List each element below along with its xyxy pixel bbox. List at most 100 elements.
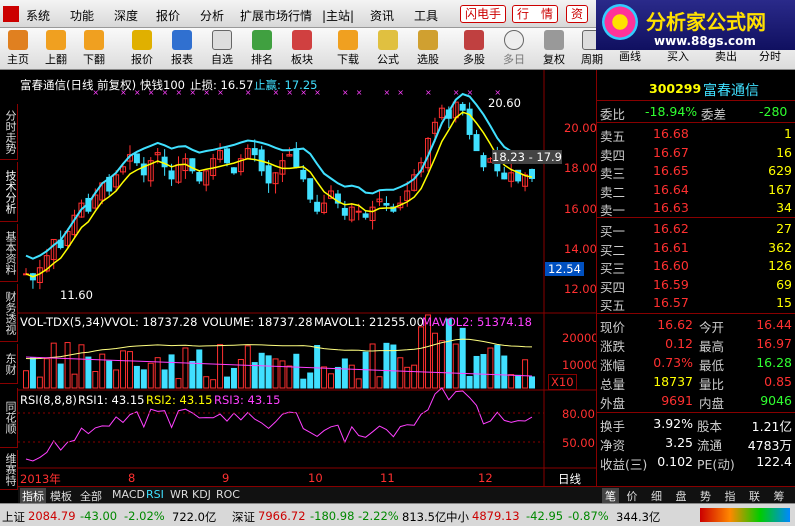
- tab-template[interactable]: 模板: [50, 488, 72, 504]
- ask-row[interactable]: 卖一 16.63 34: [597, 199, 795, 218]
- candle-body: [459, 103, 466, 111]
- quote-tab[interactable]: 盘: [676, 488, 687, 504]
- tab-indicator[interactable]: 指标: [20, 488, 46, 504]
- menu-main-site[interactable]: |主站|: [322, 7, 354, 24]
- ask-row[interactable]: 卖五 16.68 1: [597, 125, 795, 144]
- indicator-name: 快钱100: [140, 78, 185, 92]
- period-label: 日线: [558, 472, 581, 486]
- multi-stock-button[interactable]: 多股: [456, 30, 492, 68]
- candle-body: [265, 165, 272, 184]
- menu-news[interactable]: 资讯: [370, 7, 394, 24]
- menu-quote[interactable]: 报价: [156, 7, 180, 24]
- sh-index-value: 2084.79: [28, 509, 76, 523]
- ask-row[interactable]: 卖三 16.65 629: [597, 162, 795, 181]
- bid-row[interactable]: 买四 16.59 69: [597, 276, 795, 295]
- tab-kdj[interactable]: KDJ: [192, 488, 211, 501]
- stat-row: 涨跌 0.12 最高 16.97: [600, 336, 792, 354]
- volume-bar: [501, 355, 508, 389]
- volume-bar: [258, 352, 265, 389]
- market-button[interactable]: 行 情: [512, 5, 559, 23]
- tab-macd[interactable]: MACD: [112, 488, 145, 501]
- quote-tab[interactable]: 笔: [602, 488, 619, 504]
- download-icon: [338, 30, 358, 50]
- page-up-button[interactable]: 上翻: [38, 30, 74, 68]
- arrow-up-icon: [46, 30, 66, 50]
- side-tab-ths[interactable]: 同花顺: [0, 388, 18, 448]
- stat-row: 现价 16.62 今开 16.44: [600, 317, 792, 335]
- side-tab-finance[interactable]: 财务透视: [0, 284, 18, 342]
- signal-marker: ×: [342, 88, 349, 97]
- brand-url: www.88gs.com: [654, 34, 756, 48]
- candle-body: [196, 172, 203, 182]
- ask-row[interactable]: 卖二 16.64 167: [597, 181, 795, 200]
- zx-amount: 344.3亿: [616, 510, 661, 524]
- chart-canvas: × × × × × × × × × × × × × × × × × × × × × ×: [18, 70, 596, 488]
- report-button[interactable]: 报表: [164, 30, 200, 68]
- volume-bar: [341, 358, 348, 389]
- tab-all[interactable]: 全部: [80, 488, 102, 504]
- stat-row: 收益(三) 0.102 PE(动) 122.4: [600, 454, 792, 472]
- ask-row[interactable]: 卖四 16.67 16: [597, 144, 795, 163]
- kline-chart[interactable]: × × × × × × × × × × × × × × × × × × × × × × 富春通信(日线 前复权) 快钱10…: [18, 70, 599, 488]
- sell-button[interactable]: 卖出: [708, 48, 744, 68]
- candle-body: [341, 207, 348, 216]
- date-tick-9: 9: [222, 471, 230, 485]
- sector-button[interactable]: 板块: [284, 30, 320, 68]
- bid-row[interactable]: 买一 16.62 27: [597, 220, 795, 239]
- quote-tab[interactable]: 势: [700, 488, 711, 504]
- volume-bar: [390, 344, 397, 389]
- quote-tab[interactable]: 联: [749, 488, 760, 504]
- multi-day-button[interactable]: 多日: [496, 30, 532, 68]
- menu-tools[interactable]: 工具: [414, 7, 438, 24]
- quote-tab[interactable]: 指: [725, 488, 736, 504]
- tab-rsi[interactable]: RSI: [146, 488, 164, 501]
- quote-button[interactable]: 报价: [124, 30, 160, 68]
- bid-row[interactable]: 买三 16.60 126: [597, 257, 795, 276]
- volume-bar: [515, 374, 522, 389]
- indicator-tabs: 指标 模板 全部 MACD RSI WR KDJ ROC: [18, 486, 596, 504]
- info-button[interactable]: 资: [566, 5, 589, 23]
- formula-button[interactable]: 公式: [370, 30, 406, 68]
- buy-button[interactable]: 买入: [660, 48, 696, 68]
- volume-bar: [161, 369, 168, 389]
- menu-depth[interactable]: 深度: [114, 7, 138, 24]
- stock-name: 富春通信: [703, 83, 759, 99]
- side-tab-intraday[interactable]: 分时走势: [0, 104, 18, 160]
- home-button[interactable]: 主页: [0, 30, 36, 68]
- bid-row[interactable]: 买二 16.61 362: [597, 239, 795, 258]
- quote-tab[interactable]: 筹: [774, 488, 785, 504]
- flash-trade-button[interactable]: 闪电手: [460, 5, 507, 23]
- quote-tab[interactable]: 细: [651, 488, 662, 504]
- candle-body: [480, 155, 487, 168]
- side-tab-basic-info[interactable]: 基本资料: [0, 224, 18, 282]
- stat-row: 总量 18737 量比 0.85: [600, 374, 792, 392]
- download-button[interactable]: 下载: [330, 30, 366, 68]
- quote-tab[interactable]: 价: [627, 488, 638, 504]
- tab-roc[interactable]: ROC: [216, 488, 240, 501]
- volume-bar: [230, 367, 237, 389]
- stock-picker-button[interactable]: 选股: [410, 30, 446, 68]
- side-tab-technical[interactable]: 技术分析: [0, 162, 18, 222]
- adjust-button[interactable]: 复权: [536, 30, 572, 68]
- watchlist-button[interactable]: 自选: [204, 30, 240, 68]
- volume-bar: [168, 354, 175, 389]
- side-tab-eastmoney[interactable]: 东财: [0, 344, 18, 384]
- menu-system[interactable]: 系统: [26, 7, 50, 24]
- intraday-button[interactable]: 分时: [752, 48, 788, 68]
- menu-function[interactable]: 功能: [70, 7, 94, 24]
- ranking-button[interactable]: 排名: [244, 30, 280, 68]
- quote-panel: 300299 富春通信 委比 -18.94% 委差 -280 卖五 16.68 …: [596, 70, 795, 488]
- draw-line-button[interactable]: 画线: [612, 48, 648, 68]
- side-tabs: 分时走势 技术分析 基本资料 财务透视 东财 同花顺 维赛特: [0, 70, 18, 490]
- bid-row[interactable]: 买五 16.57 15: [597, 294, 795, 313]
- page-down-button[interactable]: 下翻: [76, 30, 112, 68]
- candle-body: [362, 213, 369, 218]
- side-tab-vst[interactable]: 维赛特: [0, 450, 18, 490]
- rsi-rsi3: RSI3: 43.15: [214, 393, 281, 407]
- signal-marker: ×: [356, 88, 363, 97]
- volume-bar: [300, 378, 307, 389]
- menu-extended-market[interactable]: 扩展市场行情: [240, 7, 312, 24]
- volume-bar: [293, 353, 300, 389]
- menu-analysis[interactable]: 分析: [200, 7, 224, 24]
- tab-wr[interactable]: WR: [170, 488, 189, 501]
